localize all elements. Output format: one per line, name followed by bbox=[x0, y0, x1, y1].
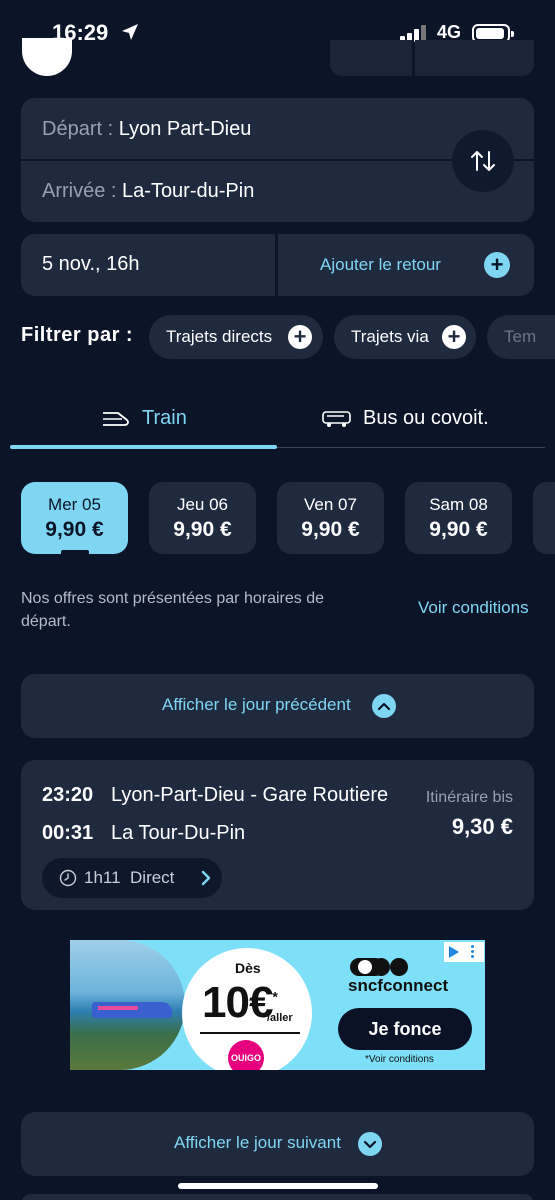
offers-info-text: Nos offres sont présentées par horaires … bbox=[21, 590, 324, 630]
departure-time: 23:20 bbox=[42, 784, 94, 806]
ad-underline bbox=[200, 1032, 300, 1034]
trip-type: Direct bbox=[130, 868, 175, 887]
day-option-partial[interactable] bbox=[533, 482, 555, 554]
ad-choices-icon[interactable] bbox=[444, 942, 484, 962]
arrival-value: La-Tour-du-Pin bbox=[122, 180, 255, 202]
day-price: 9,90 € bbox=[45, 518, 104, 541]
conditions-link[interactable]: Voir conditions bbox=[418, 598, 529, 618]
ad-banner[interactable]: Dès 10€* /aller OUIGO sncfconnect Je fon… bbox=[70, 940, 485, 1070]
trip-duration: 1h11 bbox=[84, 868, 121, 887]
chip-label: Trajets directs bbox=[166, 327, 273, 346]
ad-amount-value: 10€ bbox=[202, 978, 273, 1027]
outbound-date[interactable]: 5 nov., 16h bbox=[42, 253, 139, 276]
chevron-up-icon bbox=[372, 694, 396, 718]
chevron-down-icon bbox=[358, 1132, 382, 1156]
chip-label: Trajets via bbox=[351, 327, 429, 346]
day-option[interactable]: Jeu 06 9,90 € bbox=[149, 482, 256, 554]
ad-brand: sncfconnect bbox=[348, 976, 449, 995]
bus-icon bbox=[322, 411, 351, 427]
header-button-right[interactable] bbox=[415, 40, 534, 76]
ad-photo bbox=[70, 940, 185, 1070]
arrival-time: 00:31 bbox=[42, 822, 94, 844]
filter-chip-direct[interactable]: Trajets directs + bbox=[149, 315, 323, 359]
ad-train-image bbox=[92, 1002, 172, 1018]
arrival-field[interactable]: Arrivée : La-Tour-du-Pin bbox=[42, 180, 254, 203]
ad-amount: 10€* bbox=[202, 978, 278, 1028]
duration-text: 1h11 Direct bbox=[84, 868, 174, 888]
tab-label: Bus ou covoit. bbox=[363, 407, 489, 429]
filter-chip-partial[interactable]: Tem bbox=[487, 315, 555, 359]
next-day-button[interactable]: Afficher le jour suivant bbox=[21, 1112, 534, 1176]
add-return-button[interactable]: Ajouter le retour + bbox=[278, 234, 534, 296]
selected-notch bbox=[61, 550, 89, 554]
date-card: 5 nov., 16h Ajouter le retour + bbox=[21, 234, 534, 296]
plus-icon: + bbox=[442, 325, 466, 349]
transport-tabs: Train Bus ou covoit. bbox=[10, 395, 545, 451]
tab-label: Train bbox=[142, 407, 187, 429]
add-return-label: Ajouter le retour bbox=[320, 255, 441, 274]
ouigo-logo: OUIGO bbox=[228, 1040, 264, 1070]
next-card-peek bbox=[21, 1194, 534, 1200]
trip-note: Itinéraire bis bbox=[425, 789, 513, 806]
chip-label: Tem bbox=[504, 327, 537, 346]
home-indicator[interactable] bbox=[178, 1183, 378, 1189]
day-name: Mer 05 bbox=[48, 495, 101, 514]
tab-divider bbox=[277, 447, 545, 448]
trip-price: 9,30 € bbox=[451, 814, 513, 839]
departure-station: Lyon-Part-Dieu - Gare Routiere bbox=[111, 784, 389, 806]
previous-day-button[interactable]: Afficher le jour précédent bbox=[21, 674, 534, 738]
plus-icon: + bbox=[484, 252, 510, 278]
day-name: Sam 08 bbox=[429, 495, 488, 514]
day-option[interactable]: Ven 07 9,90 € bbox=[277, 482, 384, 554]
plus-icon: + bbox=[288, 325, 312, 349]
ad-cta-button[interactable]: Je fonce bbox=[338, 1008, 472, 1050]
arrival-label: Arrivée : bbox=[42, 180, 117, 202]
departure-label: Départ : bbox=[42, 118, 114, 140]
location-arrow-icon bbox=[122, 24, 138, 40]
swap-stations-button[interactable] bbox=[452, 130, 514, 192]
filter-chip-via[interactable]: Trajets via + bbox=[334, 315, 476, 359]
trip-card[interactable]: 23:20 Lyon-Part-Dieu - Gare Routiere 00:… bbox=[21, 760, 534, 910]
ad-asterisk: * bbox=[272, 988, 278, 1005]
departure-field[interactable]: Départ : Lyon Part-Dieu bbox=[42, 118, 251, 141]
swap-icon bbox=[471, 151, 495, 171]
ad-fine-print: *Voir conditions bbox=[365, 1054, 434, 1065]
day-option[interactable]: Sam 08 9,90 € bbox=[405, 482, 512, 554]
clock-icon bbox=[59, 869, 77, 887]
tab-bus[interactable]: Bus ou covoit. bbox=[277, 395, 545, 445]
ad-prefix: Dès bbox=[235, 960, 261, 976]
tab-train[interactable]: Train bbox=[10, 395, 277, 445]
day-name: Jeu 06 bbox=[176, 495, 229, 514]
ad-per: /aller bbox=[267, 1012, 293, 1024]
day-price: 9,90 € bbox=[173, 518, 232, 541]
day-option-selected[interactable]: Mer 05 9,90 € bbox=[21, 482, 128, 554]
chevron-right-icon bbox=[201, 870, 211, 886]
header-button-left[interactable] bbox=[330, 40, 412, 76]
arrival-station: La Tour-Du-Pin bbox=[111, 822, 246, 844]
day-price: 9,90 € bbox=[301, 518, 360, 541]
back-button[interactable] bbox=[22, 38, 72, 76]
previous-day-label: Afficher le jour précédent bbox=[162, 695, 351, 714]
day-price: 9,90 € bbox=[429, 518, 488, 541]
duration-pill[interactable]: 1h11 Direct bbox=[42, 858, 222, 898]
train-icon bbox=[103, 412, 129, 426]
next-day-label: Afficher le jour suivant bbox=[174, 1133, 341, 1152]
day-name: Ven 07 bbox=[304, 495, 357, 514]
sncf-connect-logo-icon bbox=[350, 958, 410, 976]
filter-label: Filtrer par : bbox=[21, 324, 134, 346]
active-tab-indicator bbox=[10, 445, 277, 449]
departure-value: Lyon Part-Dieu bbox=[118, 118, 252, 140]
